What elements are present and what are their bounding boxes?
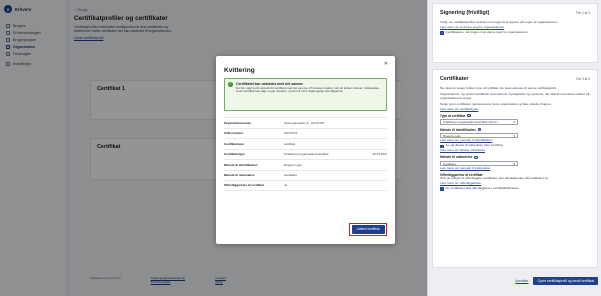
publish-info-link[interactable]: Læs mere om offentliggørelse	[440, 181, 590, 185]
publish-checkbox-row[interactable]: ✓ Ja, certifikatet skal offentliggøres i…	[440, 186, 590, 191]
panel-header: Certifikater Trin 3 af 3	[440, 76, 590, 82]
receipt-value: Kvalificeret organisationscertifikat	[284, 152, 329, 157]
checkmark-circle-icon: ✓	[228, 82, 233, 87]
certificates-panel: Certifikater Trin 3 af 3 Her skal du væl…	[432, 69, 598, 268]
chevron-down-icon: ▾	[513, 119, 515, 124]
chevron-down-icon: ▾	[513, 133, 515, 138]
receipt-value: Hardware	[284, 173, 298, 178]
checkbox-label: Ja, certifikatet skal offentliggøres i c…	[445, 186, 519, 191]
issue-certificate-button[interactable]: Udsted certifikat	[351, 225, 385, 234]
select-value: Kvalificeret organisationscertifikat (20…	[443, 119, 498, 124]
receipt-row: Certifikatnavn certifikat	[224, 138, 387, 149]
receipt-row: Offentliggørelse af certifikat Ja	[224, 180, 387, 191]
seal-checkbox-row[interactable]: ✓ Certifikaterne må bruges til at danne …	[440, 29, 590, 35]
receipt-key: Metode til identifikation	[224, 162, 258, 167]
receipt-row: Metode til identifikation Brugere login	[224, 159, 387, 170]
receipt-table: Organisationsnavn Testorganisation A - 9…	[224, 117, 387, 191]
panel-title: Signering (frivilligt)	[440, 10, 490, 16]
chevron-down-icon: ▾	[513, 161, 515, 166]
ident-field-label: Metode til identifikation ?	[440, 128, 590, 132]
panel-intro: Organisations- og systemcertifikater anv…	[440, 91, 590, 100]
panel-title: Certifikater	[440, 76, 469, 82]
field-label-text: Metode til identifikation	[440, 127, 476, 132]
step-indicator: Trin 3 af 3	[575, 77, 590, 81]
highlighted-action: Udsted certifikat	[349, 222, 387, 236]
close-icon[interactable]: ✕	[384, 61, 388, 67]
receipt-value: Brugere login	[284, 162, 302, 167]
help-icon[interactable]: ?	[467, 113, 471, 118]
type-field-label: Type af certifikat ?	[440, 114, 590, 118]
receipt-row: Metode til udstedelse Hardware	[224, 169, 387, 181]
direct-issue-info-link[interactable]: Læs mere om direkte udstedelse	[440, 148, 590, 152]
create-profile-drawer: Signering (frivilligt) Trin 2 af 3 Vælg,…	[427, 0, 601, 296]
identification-info-link[interactable]: Læs mere om metoder til identifikation	[440, 138, 590, 142]
receipt-row: CVR-nummer 91176479	[224, 127, 387, 139]
certificate-type-select[interactable]: Kvalificeret organisationscertifikat (20…	[440, 119, 518, 125]
receipt-key: CVR-nummer	[224, 131, 244, 136]
receipt-key: Certifikatnavn	[224, 141, 245, 146]
success-alert: ✓ Certifikatet kan udstedes med det samm…	[224, 78, 387, 111]
receipt-value: 91176479	[284, 131, 298, 136]
app-root: ♛ Erhverv Brugere Erhvervsindsigter Brug…	[0, 0, 601, 296]
receipt-value: Testorganisation A - 91176479	[284, 120, 325, 125]
help-icon[interactable]: ?	[477, 127, 482, 132]
signing-info-link[interactable]: Læs mere om at danne segl for organisati…	[440, 25, 590, 29]
drawer-actions: Annuller Opret certifikatprofil og besti…	[432, 277, 598, 285]
receipt-key: Certifikatstype	[224, 152, 245, 157]
certificate-types-link[interactable]: Læs mere om certifikattyper	[440, 107, 590, 111]
receipt-key: Offentliggørelse af certifikat	[224, 183, 264, 188]
cancel-button[interactable]: Annuller	[515, 279, 528, 283]
help-icon[interactable]: ?	[474, 155, 479, 160]
checkbox-checked[interactable]: ✓	[440, 31, 444, 35]
panel-intro: Her skal du vælge hvilken type af certif…	[440, 86, 557, 90]
signing-panel: Signering (frivilligt) Trin 2 af 3 Vælg,…	[432, 3, 598, 63]
receipt-row: Certifikatstype Kvalificeret organisatio…	[224, 148, 387, 160]
issuance-info-link[interactable]: Læs mere om metoder til udstedelse	[440, 166, 590, 170]
receipt-key: Metode til udstedelse	[224, 173, 255, 178]
dialog-title: Kvittering	[224, 67, 255, 74]
panel-header: Signering (frivilligt) Trin 2 af 3	[440, 10, 590, 16]
alert-text: Du har valgt at få udstedt dit certifika…	[236, 85, 380, 94]
step-indicator: Trin 2 af 3	[575, 11, 590, 15]
receipt-value: Ja	[284, 183, 288, 188]
receipt-dialog: ✕ Kvittering ✓ Certifikatet kan udstedes…	[216, 56, 395, 244]
checkbox-label: Certifikaterne må bruges til at danne se…	[445, 29, 528, 34]
receipt-price: 20,00 DKK	[372, 152, 387, 157]
field-label-text: Metode til udstedelse	[440, 155, 473, 160]
checkbox-checked[interactable]: ✓	[440, 187, 444, 191]
receipt-key: Organisationsnavn	[224, 120, 252, 125]
receipt-row: Organisationsnavn Testorganisation A - 9…	[224, 117, 387, 128]
issue-field-label: Metode til udstedelse ?	[440, 155, 590, 159]
receipt-value: certifikat	[284, 141, 296, 146]
select-value: Hardware	[443, 161, 457, 166]
field-label-text: Type af certifikat	[440, 113, 466, 118]
select-value: Brugere login	[443, 133, 461, 138]
create-and-order-button[interactable]: Opret certifikatprofil og bestil certifi…	[533, 277, 598, 285]
